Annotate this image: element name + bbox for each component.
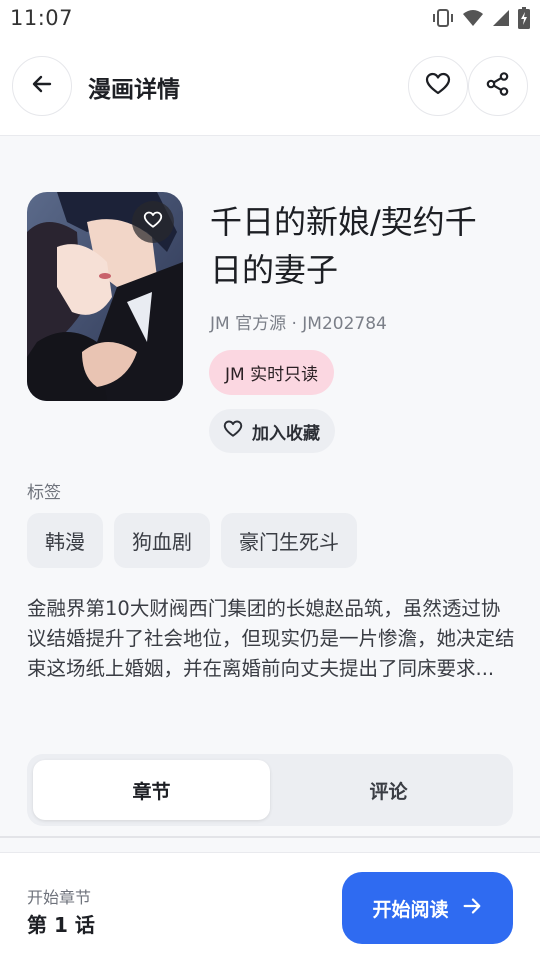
tag-chip[interactable]: 豪门生死斗 <box>221 513 357 568</box>
realtime-readonly-label: JM 实时只读 <box>225 365 319 385</box>
divider <box>0 836 540 838</box>
share-icon <box>485 71 511 101</box>
comic-title-line-1: 千日的新娘/契约千 <box>210 203 477 241</box>
battery-charging-icon <box>518 7 530 29</box>
comic-source: JM 官方源 · JM202784 <box>210 314 387 334</box>
share-button[interactable] <box>468 56 528 116</box>
back-button[interactable] <box>12 56 72 116</box>
signal-icon <box>492 9 510 27</box>
favorite-button[interactable] <box>408 56 468 116</box>
tags-list: 韩漫 狗血剧 豪门生死斗 <box>27 513 357 568</box>
start-chapter-label: 开始章节 <box>27 888 92 907</box>
start-reading-label: 开始阅读 <box>372 898 449 921</box>
start-reading-button[interactable]: 开始阅读 <box>342 872 513 944</box>
wifi-icon <box>462 9 484 27</box>
tab-comments[interactable]: 评论 <box>270 760 507 820</box>
status-bar: 11:07 <box>0 0 540 36</box>
bottom-bar: 开始章节 第 1 话 开始阅读 <box>0 852 540 960</box>
realtime-readonly-badge: JM 实时只读 <box>209 350 335 395</box>
add-to-favorites-label: 加入收藏 <box>252 423 320 444</box>
tab-chapters[interactable]: 章节 <box>33 760 270 820</box>
app-header: 漫画详情 <box>0 36 540 136</box>
arrow-left-icon <box>30 72 54 100</box>
vibrate-icon <box>432 8 454 28</box>
comic-title: 千日的新娘/契约千 日的妻子 <box>210 198 520 294</box>
page-title: 漫画详情 <box>88 77 180 103</box>
heart-outline-icon <box>223 420 243 443</box>
cover-favorite-button[interactable] <box>132 201 174 243</box>
tab-bar: 章节 评论 <box>27 754 513 826</box>
heart-outline-icon <box>143 211 163 233</box>
arrow-right-icon <box>461 895 483 922</box>
status-time: 11:07 <box>10 6 74 30</box>
tags-heading: 标签 <box>27 483 61 503</box>
add-to-favorites-button[interactable]: 加入收藏 <box>209 409 335 453</box>
tag-chip[interactable]: 韩漫 <box>27 513 103 568</box>
comic-description: 金融界第10大财阀西门集团的长媳赵品筑，虽然透过协议结婚提升了社会地位，但现实仍… <box>27 597 515 680</box>
tag-chip[interactable]: 狗血剧 <box>114 513 210 568</box>
heart-outline-icon <box>425 72 451 100</box>
comic-title-line-2: 日的妻子 <box>210 251 339 289</box>
start-chapter-value: 第 1 话 <box>27 913 95 937</box>
status-icons <box>432 7 530 29</box>
